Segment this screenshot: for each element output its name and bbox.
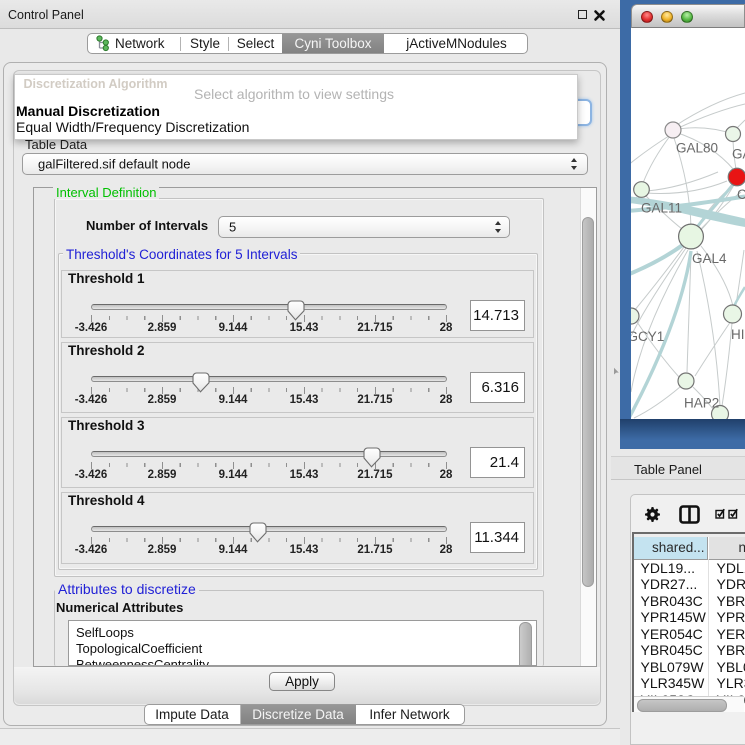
svg-text:GAL80: GAL80 — [676, 141, 718, 156]
svg-text:HAP2: HAP2 — [684, 396, 719, 411]
svg-text:HI: HI — [731, 327, 745, 342]
svg-text:GA: GA — [732, 147, 745, 162]
svg-text:GCY1: GCY1 — [631, 329, 664, 344]
svg-text:GAL11: GAL11 — [641, 201, 682, 216]
svg-text:C: C — [737, 187, 745, 202]
svg-text:GAL4: GAL4 — [692, 251, 727, 266]
